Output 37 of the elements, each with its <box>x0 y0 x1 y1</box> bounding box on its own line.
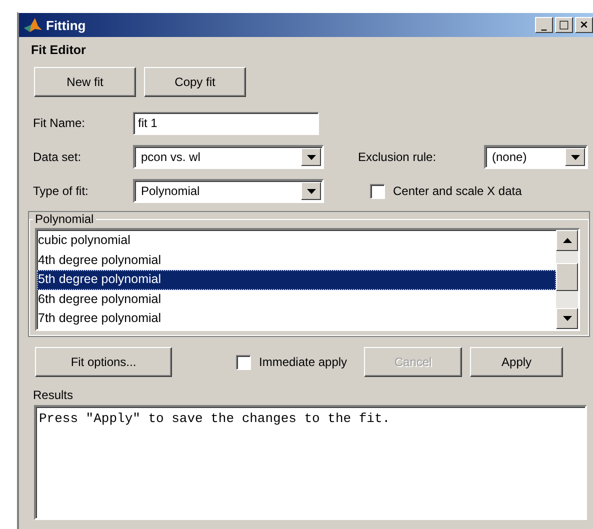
fit-options-button[interactable]: Fit options... <box>35 347 172 377</box>
list-item[interactable]: 7th degree polynomial <box>37 309 556 328</box>
window-control-button[interactable]: □ <box>555 17 573 33</box>
degree-listbox[interactable]: cubic polynomial 4th degree polynomial 5th degree polynomial 6th degree polynomial 7th degree polynomial <box>35 228 580 331</box>
list-item[interactable]: 5th degree polynomial <box>37 270 556 290</box>
window-title: Fitting <box>46 18 86 32</box>
window-control-button[interactable]: × <box>575 17 593 33</box>
checkbox[interactable] <box>236 354 251 370</box>
list-item[interactable]: cubic polynomial <box>37 231 556 250</box>
caret-down-icon <box>306 188 316 194</box>
field-label: Data set: <box>32 150 82 164</box>
fit-name-field[interactable]: fit 1 <box>133 112 319 134</box>
action-button[interactable]: Apply <box>470 347 564 377</box>
caret-up-icon <box>562 238 572 243</box>
results-label: Results <box>33 388 74 404</box>
fit-button[interactable]: New fit <box>34 67 136 97</box>
checkbox-label: Immediate apply <box>259 355 348 369</box>
field-label: Fit Name: <box>32 116 86 130</box>
checkbox-label: Center and scale X data <box>393 184 522 198</box>
caret-down-icon <box>306 154 316 160</box>
results-text-area: Press "Apply" to save the changes to the fit. <box>34 405 587 520</box>
window-control-button[interactable]: _ <box>535 17 553 33</box>
group-title: Polynomial <box>34 212 95 226</box>
fit-button[interactable]: Copy fit <box>144 67 246 97</box>
list-item[interactable]: 6th degree polynomial <box>37 290 556 309</box>
caret-down-icon <box>570 154 580 160</box>
field-label: Exclusion rule: <box>358 150 438 164</box>
app-icon <box>23 17 43 33</box>
exclusion-rule-dropdown[interactable]: (none) <box>484 145 588 169</box>
data-set-dropdown[interactable]: pcon vs. wl <box>133 145 324 169</box>
field-label: Type of fit: <box>32 184 90 198</box>
section-title: Fit Editor <box>31 43 87 59</box>
scrollbar[interactable] <box>556 230 578 329</box>
fit-type-dropdown[interactable]: Polynomial <box>133 179 324 203</box>
checkbox[interactable] <box>370 184 385 198</box>
caret-down-icon <box>562 316 572 321</box>
list-item[interactable]: 4th degree polynomial <box>37 250 556 270</box>
